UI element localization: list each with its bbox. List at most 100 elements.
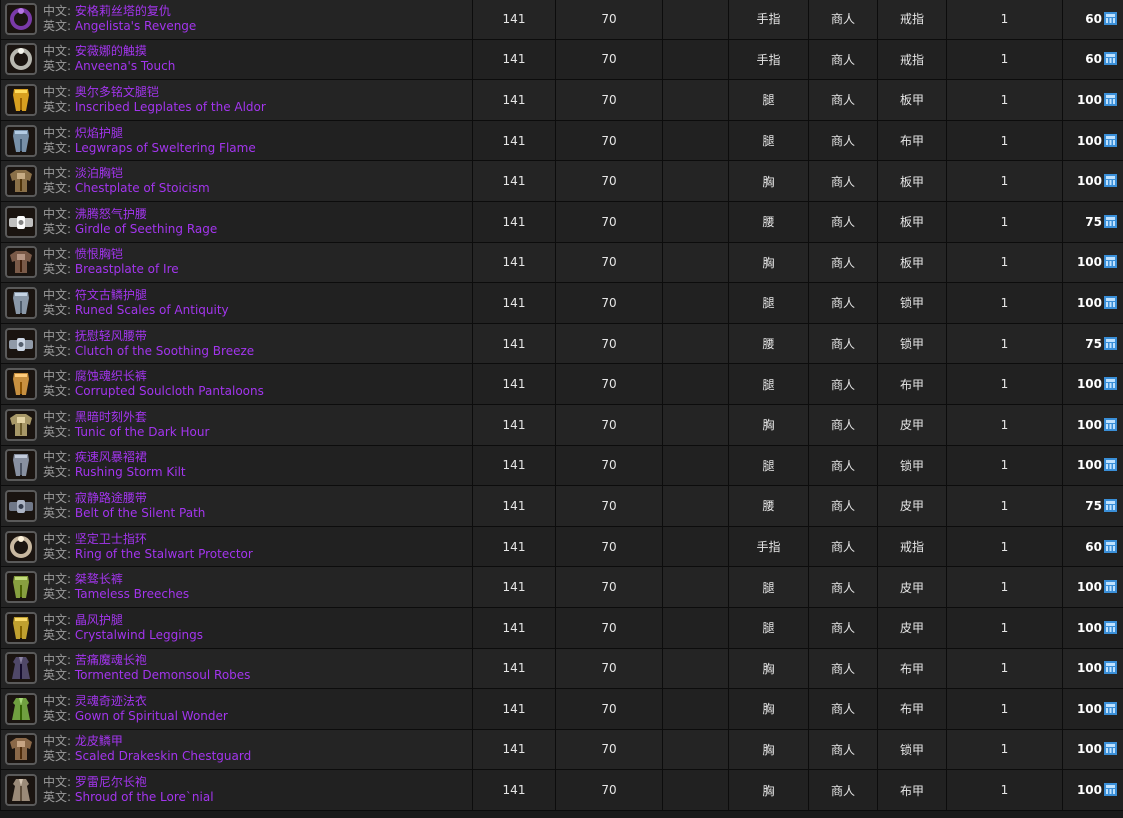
table-row[interactable]: 中文: 抚慰轻风腰带 英文: Clutch of the Soothing Br… <box>0 322 1123 365</box>
table-row[interactable]: 中文: 符文古鳞护腿 英文: Runed Scales of Antiquity… <box>0 282 1123 324</box>
plate-chest-icon[interactable] <box>5 165 37 198</box>
table-row[interactable]: 中文: 安薇娜的触摸 英文: Anveena's Touch 141 70 手指… <box>0 38 1123 81</box>
source-cell: 商人 <box>808 728 878 771</box>
cost-cell: 75 <box>1062 200 1123 243</box>
chinese-name-link[interactable]: 苦痛魔魂长袍 <box>75 653 147 667</box>
english-name-link[interactable]: Scaled Drakeskin Chestguard <box>75 749 251 763</box>
english-name-link[interactable]: Shroud of the Lore`nial <box>75 790 214 804</box>
ring-icon[interactable] <box>5 530 37 563</box>
chinese-name-link[interactable]: 罗雷尼尔长袍 <box>75 775 147 789</box>
chinese-name-link[interactable]: 炽焰护腿 <box>75 126 123 140</box>
slot-cell: 胸 <box>728 241 809 284</box>
english-name-link[interactable]: Tameless Breeches <box>75 587 189 601</box>
english-label: 英文: <box>43 424 72 439</box>
chinese-name-link[interactable]: 寂静路途腰带 <box>75 491 147 505</box>
required-level-cell: 70 <box>555 647 663 690</box>
plate-chest-icon[interactable] <box>5 246 37 279</box>
chinese-name-line: 中文: 苦痛魔魂长袍 <box>43 653 250 668</box>
table-row[interactable]: 中文: 罗雷尼尔长袍 英文: Shroud of the Lore`nial 1… <box>0 769 1123 811</box>
robe-icon[interactable] <box>5 774 37 807</box>
ring-icon[interactable] <box>5 2 37 35</box>
chinese-name-link[interactable]: 淡泊胸铠 <box>75 166 123 180</box>
cloth-legs-icon[interactable] <box>5 124 37 157</box>
english-name-link[interactable]: Girdle of Seething Rage <box>75 222 217 236</box>
leather-legs-icon[interactable] <box>5 571 37 604</box>
english-name-link[interactable]: Tormented Demonsoul Robes <box>75 668 251 682</box>
table-row[interactable]: 中文: 愤恨胸铠 英文: Breastplate of Ire 141 70 胸… <box>0 241 1123 284</box>
table-row[interactable]: 中文: 沸腾怒气护腰 英文: Girdle of Seething Rage 1… <box>0 200 1123 243</box>
english-name-link[interactable]: Chestplate of Stoicism <box>75 181 210 195</box>
plate-legs-icon[interactable] <box>5 83 37 116</box>
required-level-cell: 70 <box>555 769 663 811</box>
ring-icon[interactable] <box>5 43 37 76</box>
table-row[interactable]: 中文: 炽焰护腿 英文: Legwraps of Sweltering Flam… <box>0 119 1123 162</box>
english-name-link[interactable]: Crystalwind Leggings <box>75 628 203 642</box>
slot-cell: 腿 <box>728 79 809 121</box>
english-name-link[interactable]: Rushing Storm Kilt <box>75 465 186 479</box>
quantity-cell: 1 <box>946 0 1063 40</box>
chinese-name-link[interactable]: 疾速风暴褶裙 <box>75 450 147 464</box>
table-row[interactable]: 中文: 龙皮鳞甲 英文: Scaled Drakeskin Chestguard… <box>0 728 1123 771</box>
english-name-link[interactable]: Clutch of the Soothing Breeze <box>75 344 254 358</box>
table-row[interactable]: 中文: 疾速风暴褶裙 英文: Rushing Storm Kilt 141 70… <box>0 444 1123 487</box>
english-name-link[interactable]: Runed Scales of Antiquity <box>75 303 229 317</box>
item-names: 中文: 灵魂奇迹法衣 英文: Gown of Spiritual Wonder <box>43 694 228 724</box>
chinese-name-link[interactable]: 愤恨胸铠 <box>75 247 123 261</box>
slot-cell: 胸 <box>728 647 809 690</box>
chinese-name-link[interactable]: 龙皮鳞甲 <box>75 734 123 748</box>
chinese-name-link[interactable]: 符文古鳞护腿 <box>75 288 147 302</box>
table-row[interactable]: 中文: 坚定卫士指环 英文: Ring of the Stalwart Prot… <box>0 525 1123 568</box>
mail-chest-icon[interactable] <box>5 733 37 766</box>
chinese-name-link[interactable]: 安薇娜的触摸 <box>75 44 147 58</box>
quantity-cell: 1 <box>946 79 1063 121</box>
english-name-link[interactable]: Corrupted Soulcloth Pantaloons <box>75 384 264 398</box>
english-name-link[interactable]: Inscribed Legplates of the Aldor <box>75 100 266 114</box>
type-cell: 锁甲 <box>877 282 947 324</box>
robe-icon[interactable] <box>5 652 37 685</box>
leather-chest-icon[interactable] <box>5 408 37 441</box>
chinese-name-link[interactable]: 黑暗时刻外套 <box>75 410 147 424</box>
table-row[interactable]: 中文: 桀骜长裤 英文: Tameless Breeches 141 70 腿 … <box>0 566 1123 608</box>
chinese-name-link[interactable]: 腐蚀魂织长裤 <box>75 369 147 383</box>
mail-belt-icon[interactable] <box>5 327 37 360</box>
table-row[interactable]: 中文: 灵魂奇迹法衣 英文: Gown of Spiritual Wonder … <box>0 688 1123 730</box>
table-row[interactable]: 中文: 晶风护腿 英文: Crystalwind Leggings 141 70… <box>0 606 1123 649</box>
robe-icon[interactable] <box>5 692 37 725</box>
chinese-name-link[interactable]: 晶风护腿 <box>75 613 123 627</box>
table-row[interactable]: 中文: 苦痛魔魂长袍 英文: Tormented Demonsoul Robes… <box>0 647 1123 690</box>
skull-belt-icon[interactable] <box>5 205 37 238</box>
chinese-name-link[interactable]: 沸腾怒气护腰 <box>75 207 147 221</box>
item-level-cell: 141 <box>472 363 556 405</box>
cloth-legs-icon[interactable] <box>5 368 37 401</box>
slot-cell: 腿 <box>728 282 809 324</box>
chinese-name-link[interactable]: 灵魂奇迹法衣 <box>75 694 147 708</box>
chinese-name-link[interactable]: 奥尔多铭文腿铠 <box>75 85 159 99</box>
chinese-name-link[interactable]: 安格莉丝塔的复仇 <box>75 4 171 18</box>
mail-legs-icon[interactable] <box>5 449 37 482</box>
table-row[interactable]: 中文: 黑暗时刻外套 英文: Tunic of the Dark Hour 14… <box>0 403 1123 446</box>
table-row[interactable]: 中文: 安格莉丝塔的复仇 英文: Angelista's Revenge 141… <box>0 0 1123 40</box>
badge-of-justice-icon <box>1104 255 1117 269</box>
empty-cell <box>662 606 729 649</box>
english-name-link[interactable]: Gown of Spiritual Wonder <box>75 709 228 723</box>
table-row[interactable]: 中文: 奥尔多铭文腿铠 英文: Inscribed Legplates of t… <box>0 79 1123 121</box>
item-name-cell: 中文: 安薇娜的触摸 英文: Anveena's Touch <box>0 38 473 81</box>
english-name-link[interactable]: Belt of the Silent Path <box>75 506 206 520</box>
english-name-link[interactable]: Breastplate of Ire <box>75 262 179 276</box>
english-name-link[interactable]: Ring of the Stalwart Protector <box>75 547 253 561</box>
english-name-line: 英文: Chestplate of Stoicism <box>43 181 210 196</box>
leather-belt-icon[interactable] <box>5 489 37 522</box>
english-name-link[interactable]: Angelista's Revenge <box>75 19 196 33</box>
chinese-name-link[interactable]: 坚定卫士指环 <box>75 532 147 546</box>
leather-legs-icon[interactable] <box>5 611 37 644</box>
mail-legs-icon[interactable] <box>5 286 37 319</box>
english-name-link[interactable]: Anveena's Touch <box>75 59 175 73</box>
table-row[interactable]: 中文: 淡泊胸铠 英文: Chestplate of Stoicism 141 … <box>0 160 1123 202</box>
english-name-link[interactable]: Legwraps of Sweltering Flame <box>75 141 256 155</box>
english-label: 英文: <box>43 262 72 277</box>
chinese-name-link[interactable]: 抚慰轻风腰带 <box>75 329 147 343</box>
english-name-link[interactable]: Tunic of the Dark Hour <box>75 425 210 439</box>
table-row[interactable]: 中文: 寂静路途腰带 英文: Belt of the Silent Path 1… <box>0 485 1123 527</box>
chinese-name-link[interactable]: 桀骜长裤 <box>75 572 123 586</box>
table-row[interactable]: 中文: 腐蚀魂织长裤 英文: Corrupted Soulcloth Panta… <box>0 363 1123 405</box>
